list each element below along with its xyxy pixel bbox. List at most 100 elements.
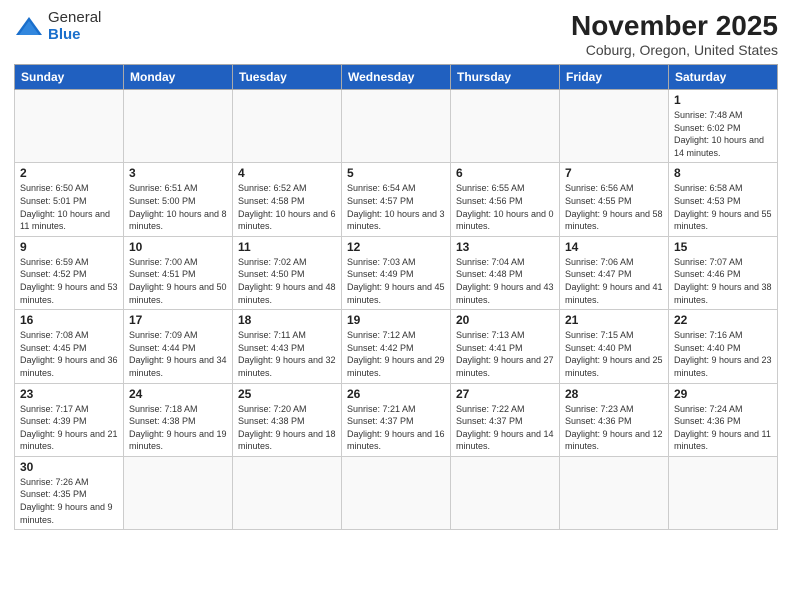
day-info: Sunrise: 6:51 AM Sunset: 5:00 PM Dayligh… bbox=[129, 182, 227, 232]
day-info: Sunrise: 7:22 AM Sunset: 4:37 PM Dayligh… bbox=[456, 403, 554, 453]
day-info: Sunrise: 6:52 AM Sunset: 4:58 PM Dayligh… bbox=[238, 182, 336, 232]
calendar-cell: 7Sunrise: 6:56 AM Sunset: 4:55 PM Daylig… bbox=[560, 163, 669, 236]
day-info: Sunrise: 7:09 AM Sunset: 4:44 PM Dayligh… bbox=[129, 329, 227, 379]
day-number: 12 bbox=[347, 240, 445, 254]
day-number: 10 bbox=[129, 240, 227, 254]
day-number: 28 bbox=[565, 387, 663, 401]
header-row: Sunday Monday Tuesday Wednesday Thursday… bbox=[15, 65, 778, 90]
page: General Blue November 2025 Coburg, Orego… bbox=[0, 0, 792, 612]
col-saturday: Saturday bbox=[669, 65, 778, 90]
calendar-body: 1Sunrise: 7:48 AM Sunset: 6:02 PM Daylig… bbox=[15, 90, 778, 530]
day-info: Sunrise: 6:59 AM Sunset: 4:52 PM Dayligh… bbox=[20, 256, 118, 306]
header: General Blue November 2025 Coburg, Orego… bbox=[14, 10, 778, 58]
day-number: 19 bbox=[347, 313, 445, 327]
day-number: 11 bbox=[238, 240, 336, 254]
day-info: Sunrise: 7:21 AM Sunset: 4:37 PM Dayligh… bbox=[347, 403, 445, 453]
day-info: Sunrise: 7:23 AM Sunset: 4:36 PM Dayligh… bbox=[565, 403, 663, 453]
calendar-cell bbox=[124, 456, 233, 529]
calendar-cell: 2Sunrise: 6:50 AM Sunset: 5:01 PM Daylig… bbox=[15, 163, 124, 236]
day-number: 22 bbox=[674, 313, 772, 327]
day-info: Sunrise: 7:00 AM Sunset: 4:51 PM Dayligh… bbox=[129, 256, 227, 306]
calendar-cell bbox=[451, 456, 560, 529]
day-info: Sunrise: 6:58 AM Sunset: 4:53 PM Dayligh… bbox=[674, 182, 772, 232]
calendar-cell: 4 Sunrise: 6:52 AM Sunset: 4:58 PM Daylig… bbox=[233, 163, 342, 236]
col-thursday: Thursday bbox=[451, 65, 560, 90]
day-info: Sunrise: 7:12 AM Sunset: 4:42 PM Dayligh… bbox=[347, 329, 445, 379]
calendar-cell: 26 Sunrise: 7:21 AM Sunset: 4:37 PM Dayli… bbox=[342, 383, 451, 456]
col-wednesday: Wednesday bbox=[342, 65, 451, 90]
calendar-header: Sunday Monday Tuesday Wednesday Thursday… bbox=[15, 65, 778, 90]
day-info: Sunrise: 7:08 AM Sunset: 4:45 PM Dayligh… bbox=[20, 329, 118, 379]
calendar-cell: 5Sunrise: 6:54 AM Sunset: 4:57 PM Daylig… bbox=[342, 163, 451, 236]
calendar-cell bbox=[15, 90, 124, 163]
day-info: Sunrise: 7:07 AM Sunset: 4:46 PM Dayligh… bbox=[674, 256, 772, 306]
day-number: 26 bbox=[347, 387, 445, 401]
calendar-cell: 25 Sunrise: 7:20 AM Sunset: 4:38 PM Dayli… bbox=[233, 383, 342, 456]
calendar-cell: 18 Sunrise: 7:11 AM Sunset: 4:43 PM Dayli… bbox=[233, 310, 342, 383]
day-number: 4 bbox=[238, 166, 336, 180]
day-number: 24 bbox=[129, 387, 227, 401]
calendar-cell bbox=[560, 456, 669, 529]
calendar-cell: 22 Sunrise: 7:16 AM Sunset: 4:40 PM Dayli… bbox=[669, 310, 778, 383]
day-info: Sunrise: 6:56 AM Sunset: 4:55 PM Dayligh… bbox=[565, 182, 663, 232]
calendar-cell bbox=[451, 90, 560, 163]
calendar-week-2: 2Sunrise: 6:50 AM Sunset: 5:01 PM Daylig… bbox=[15, 163, 778, 236]
calendar-table: Sunday Monday Tuesday Wednesday Thursday… bbox=[14, 64, 778, 530]
day-number: 2 bbox=[20, 166, 118, 180]
calendar-cell: 30Sunrise: 7:26 AM Sunset: 4:35 PM Dayli… bbox=[15, 456, 124, 529]
calendar-cell bbox=[342, 456, 451, 529]
calendar-cell: 23Sunrise: 7:17 AM Sunset: 4:39 PM Dayli… bbox=[15, 383, 124, 456]
calendar-title: November 2025 bbox=[571, 10, 778, 42]
day-number: 27 bbox=[456, 387, 554, 401]
calendar-cell bbox=[233, 456, 342, 529]
calendar-cell bbox=[560, 90, 669, 163]
calendar-cell: 28 Sunrise: 7:23 AM Sunset: 4:36 PM Dayli… bbox=[560, 383, 669, 456]
calendar-cell: 8 Sunrise: 6:58 AM Sunset: 4:53 PM Daylig… bbox=[669, 163, 778, 236]
day-number: 13 bbox=[456, 240, 554, 254]
calendar-cell: 15Sunrise: 7:07 AM Sunset: 4:46 PM Dayli… bbox=[669, 236, 778, 309]
day-number: 8 bbox=[674, 166, 772, 180]
calendar-week-1: 1Sunrise: 7:48 AM Sunset: 6:02 PM Daylig… bbox=[15, 90, 778, 163]
day-number: 3 bbox=[129, 166, 227, 180]
day-number: 9 bbox=[20, 240, 118, 254]
day-number: 16 bbox=[20, 313, 118, 327]
day-number: 30 bbox=[20, 460, 118, 474]
calendar-cell bbox=[124, 90, 233, 163]
day-info: Sunrise: 6:55 AM Sunset: 4:56 PM Dayligh… bbox=[456, 182, 554, 232]
calendar-week-5: 23Sunrise: 7:17 AM Sunset: 4:39 PM Dayli… bbox=[15, 383, 778, 456]
col-sunday: Sunday bbox=[15, 65, 124, 90]
day-info: Sunrise: 7:11 AM Sunset: 4:43 PM Dayligh… bbox=[238, 329, 336, 379]
calendar-cell: 27 Sunrise: 7:22 AM Sunset: 4:37 PM Dayli… bbox=[451, 383, 560, 456]
calendar-week-4: 16 Sunrise: 7:08 AM Sunset: 4:45 PM Dayli… bbox=[15, 310, 778, 383]
col-friday: Friday bbox=[560, 65, 669, 90]
calendar-cell: 12 Sunrise: 7:03 AM Sunset: 4:49 PM Dayli… bbox=[342, 236, 451, 309]
calendar-cell: 3 Sunrise: 6:51 AM Sunset: 5:00 PM Daylig… bbox=[124, 163, 233, 236]
calendar-cell: 11Sunrise: 7:02 AM Sunset: 4:50 PM Dayli… bbox=[233, 236, 342, 309]
day-number: 25 bbox=[238, 387, 336, 401]
day-info: Sunrise: 7:17 AM Sunset: 4:39 PM Dayligh… bbox=[20, 403, 118, 453]
day-number: 1 bbox=[674, 93, 772, 107]
col-monday: Monday bbox=[124, 65, 233, 90]
day-number: 20 bbox=[456, 313, 554, 327]
calendar-cell: 17Sunrise: 7:09 AM Sunset: 4:44 PM Dayli… bbox=[124, 310, 233, 383]
day-info: Sunrise: 7:16 AM Sunset: 4:40 PM Dayligh… bbox=[674, 329, 772, 379]
day-number: 18 bbox=[238, 313, 336, 327]
day-info: Sunrise: 7:20 AM Sunset: 4:38 PM Dayligh… bbox=[238, 403, 336, 453]
calendar-week-6: 30Sunrise: 7:26 AM Sunset: 4:35 PM Dayli… bbox=[15, 456, 778, 529]
calendar-cell bbox=[669, 456, 778, 529]
day-info: Sunrise: 7:03 AM Sunset: 4:49 PM Dayligh… bbox=[347, 256, 445, 306]
day-info: Sunrise: 7:06 AM Sunset: 4:47 PM Dayligh… bbox=[565, 256, 663, 306]
calendar-cell: 16 Sunrise: 7:08 AM Sunset: 4:45 PM Dayli… bbox=[15, 310, 124, 383]
calendar-cell: 19 Sunrise: 7:12 AM Sunset: 4:42 PM Dayli… bbox=[342, 310, 451, 383]
calendar-cell: 1Sunrise: 7:48 AM Sunset: 6:02 PM Daylig… bbox=[669, 90, 778, 163]
calendar-cell: 14Sunrise: 7:06 AM Sunset: 4:47 PM Dayli… bbox=[560, 236, 669, 309]
day-number: 5 bbox=[347, 166, 445, 180]
calendar-cell: 6Sunrise: 6:55 AM Sunset: 4:56 PM Daylig… bbox=[451, 163, 560, 236]
day-info: Sunrise: 7:15 AM Sunset: 4:40 PM Dayligh… bbox=[565, 329, 663, 379]
calendar-cell: 29Sunrise: 7:24 AM Sunset: 4:36 PM Dayli… bbox=[669, 383, 778, 456]
calendar-cell: 13Sunrise: 7:04 AM Sunset: 4:48 PM Dayli… bbox=[451, 236, 560, 309]
col-tuesday: Tuesday bbox=[233, 65, 342, 90]
calendar-week-3: 9 Sunrise: 6:59 AM Sunset: 4:52 PM Daylig… bbox=[15, 236, 778, 309]
calendar-cell: 21Sunrise: 7:15 AM Sunset: 4:40 PM Dayli… bbox=[560, 310, 669, 383]
day-info: Sunrise: 7:18 AM Sunset: 4:38 PM Dayligh… bbox=[129, 403, 227, 453]
